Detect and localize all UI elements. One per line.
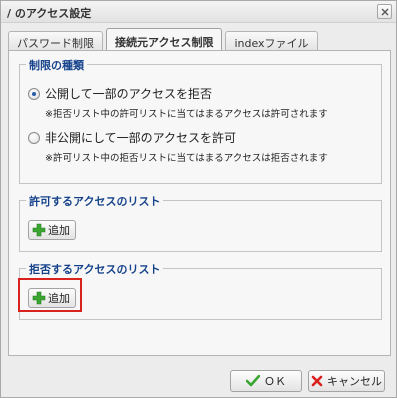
tab-index-file[interactable]: indexファイル — [225, 31, 318, 50]
radio-label-public[interactable]: 公開して一部のアクセスを拒否 — [45, 85, 212, 102]
cross-icon — [311, 375, 323, 387]
deny-list-legend: 拒否するアクセスのリスト — [26, 261, 164, 277]
radio-option-public[interactable]: 公開して一部のアクセスを拒否 — [28, 85, 212, 102]
close-button[interactable] — [377, 4, 392, 19]
dialog-title: / のアクセス設定 — [7, 7, 92, 20]
highlight-box — [18, 278, 82, 312]
radio-button-public[interactable] — [28, 87, 40, 100]
restriction-type-group: 制限の種類 公開して一部のアクセスを拒否 ※拒否リスト中の許可リストに当てはまる… — [19, 57, 382, 184]
allow-add-label: 追加 — [48, 224, 70, 237]
note-private: ※許可リスト中の拒否リストに当てはまるアクセスは拒否されます — [45, 153, 328, 164]
plus-icon — [32, 223, 46, 237]
allow-list-group: 許可するアクセスのリスト 追加 — [19, 193, 382, 252]
radio-button-private[interactable] — [28, 131, 40, 144]
check-icon — [246, 375, 260, 387]
radio-label-private[interactable]: 非公開にして一部のアクセスを許可 — [45, 129, 236, 146]
tab-bar: パスワード制限 接続元アクセス制限 indexファイル — [8, 28, 321, 50]
access-settings-dialog: / のアクセス設定 パスワード制限 接続元アクセス制限 indexファイル 制限… — [0, 0, 397, 398]
restriction-type-legend: 制限の種類 — [26, 57, 87, 73]
tab-source-access-restriction[interactable]: 接続元アクセス制限 — [106, 28, 223, 50]
close-icon — [381, 8, 389, 16]
cancel-label: キャンセル — [327, 375, 382, 388]
tab-password-restriction[interactable]: パスワード制限 — [8, 31, 103, 50]
dialog-titlebar[interactable]: / のアクセス設定 — [1, 1, 396, 23]
radio-option-private[interactable]: 非公開にして一部のアクセスを許可 — [28, 129, 236, 146]
ok-label: ＯＫ — [264, 375, 286, 388]
note-public: ※拒否リスト中の許可リストに当てはまるアクセスは許可されます — [45, 109, 328, 120]
cancel-button[interactable]: キャンセル — [308, 370, 385, 392]
allow-list-legend: 許可するアクセスのリスト — [26, 193, 164, 209]
allow-add-button[interactable]: 追加 — [28, 220, 76, 240]
ok-button[interactable]: ＯＫ — [230, 370, 302, 392]
